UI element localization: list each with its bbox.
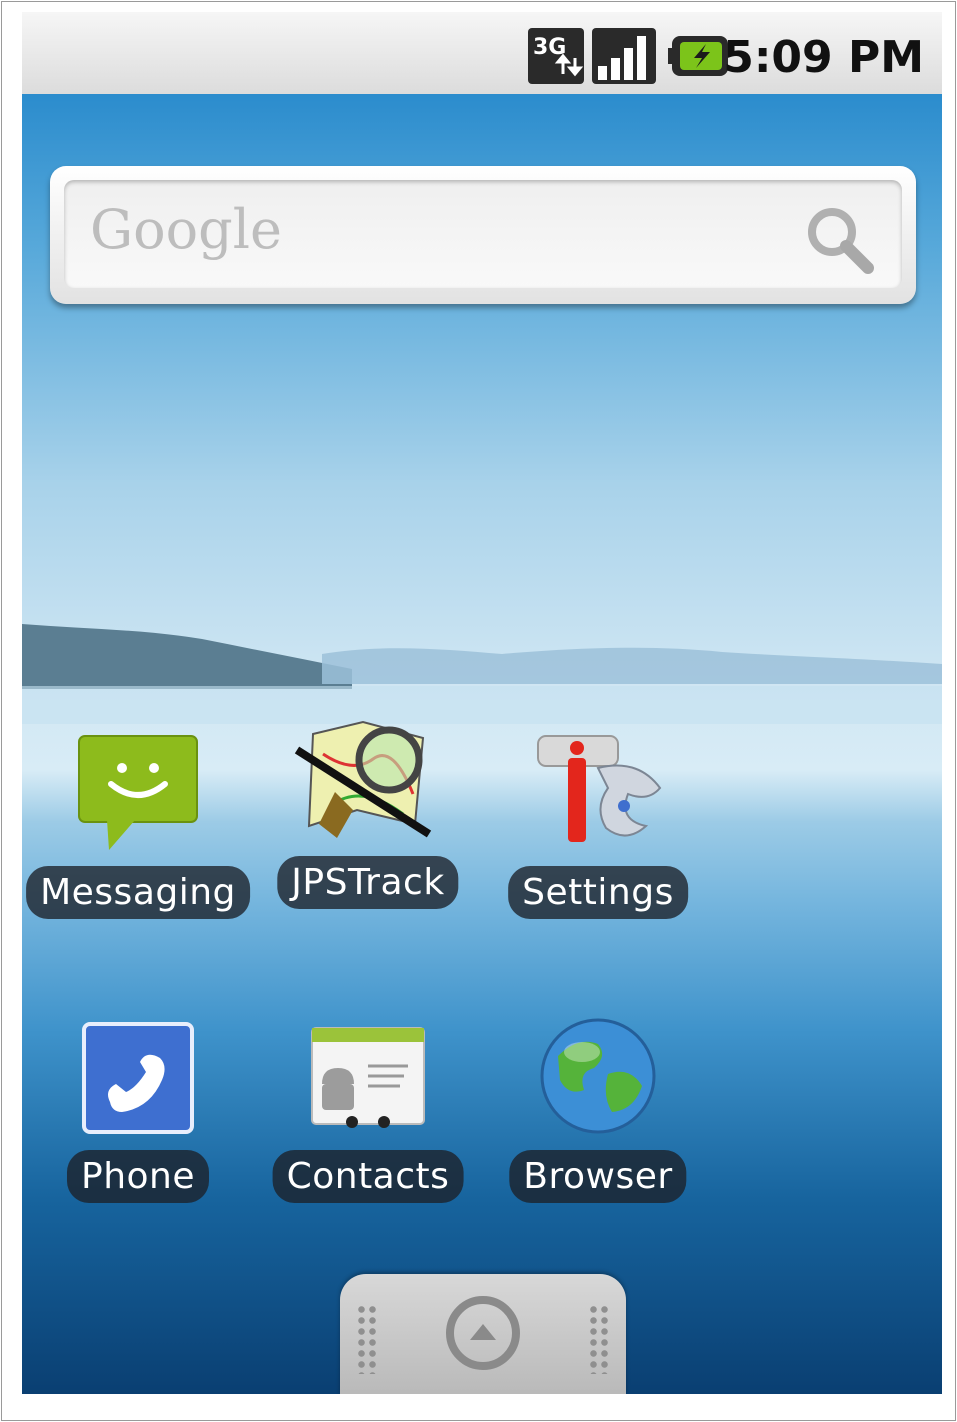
search-icon[interactable]	[800, 200, 880, 284]
google-logo: Google	[90, 198, 282, 261]
app-messaging[interactable]: Messaging	[26, 724, 250, 924]
app-jpstrack[interactable]: JPSTrack	[258, 714, 478, 914]
settings-icon	[528, 728, 668, 848]
app-label: Browser	[509, 1150, 687, 1203]
messaging-icon	[77, 734, 199, 856]
browser-icon	[538, 1016, 658, 1140]
app-phone[interactable]: Phone	[28, 1014, 248, 1214]
app-label: Phone	[66, 1150, 210, 1203]
home-screen[interactable]: Google Messaging JPSTrack Settings Phone…	[22, 94, 942, 1394]
drawer-grip-right	[588, 1304, 610, 1374]
status-bar: 3G 5:09 PM	[22, 12, 942, 96]
jpstrack-icon	[293, 714, 443, 848]
signal-strength-icon	[592, 28, 656, 88]
clock: 5:09 PM	[723, 32, 924, 83]
contacts-icon	[308, 1022, 428, 1142]
app-label: JPSTrack	[277, 856, 459, 909]
app-drawer-icon[interactable]	[446, 1296, 520, 1370]
3g-data-icon: 3G	[528, 28, 584, 88]
drawer-grip-left	[356, 1304, 378, 1374]
app-settings[interactable]: Settings	[488, 724, 708, 924]
phone-icon	[82, 1022, 194, 1138]
app-label: Contacts	[272, 1150, 464, 1203]
app-label: Settings	[508, 866, 688, 919]
google-search-widget[interactable]: Google	[50, 166, 916, 304]
wallpaper-mountains	[22, 624, 942, 724]
app-label: Messaging	[26, 866, 250, 919]
search-input[interactable]: Google	[64, 180, 902, 288]
app-browser[interactable]: Browser	[488, 1014, 708, 1214]
app-contacts[interactable]: Contacts	[258, 1014, 478, 1214]
app-drawer-handle[interactable]	[340, 1274, 626, 1394]
